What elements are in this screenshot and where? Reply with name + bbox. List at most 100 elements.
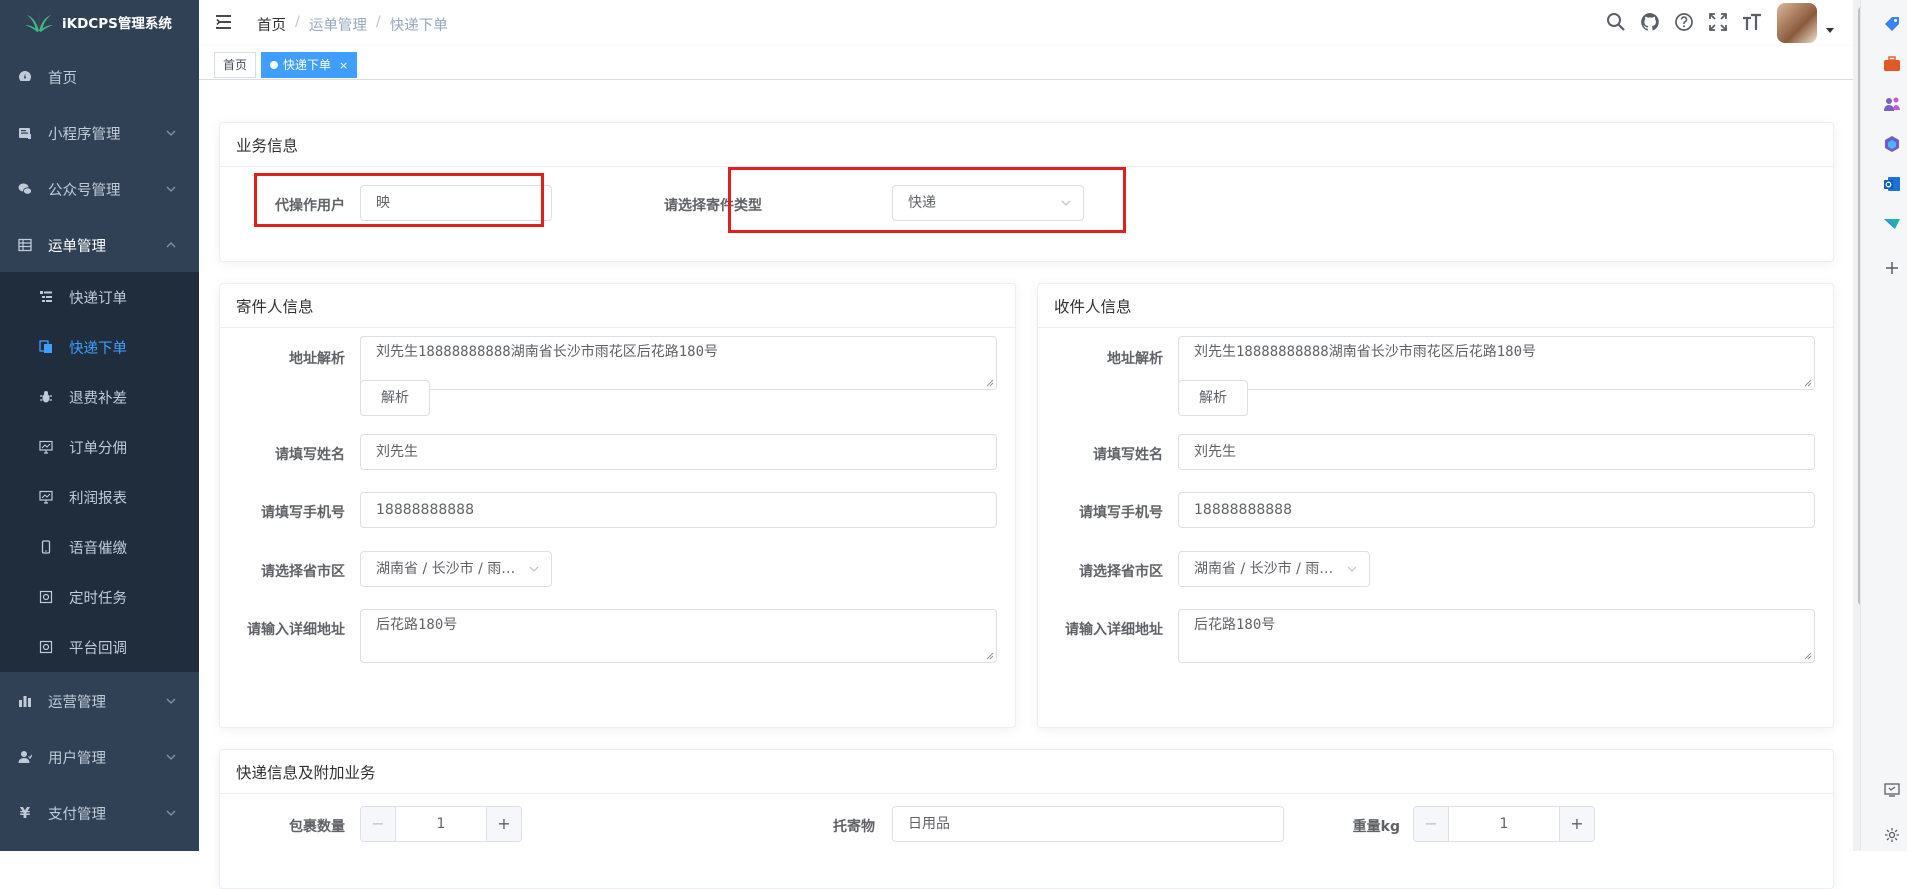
region-label: 请选择省市区: [261, 564, 345, 580]
sidebar-item-label: 运营管理: [48, 694, 106, 711]
add-icon[interactable]: [1882, 258, 1902, 278]
sidebar-item-wechat[interactable]: 公众号管理: [0, 161, 199, 217]
chevron-up-icon: [166, 242, 176, 248]
job-icon: [39, 640, 53, 654]
copilot-icon[interactable]: [1882, 134, 1902, 154]
goods-label: 托寄物: [833, 819, 875, 835]
resize-grip-icon[interactable]: [1804, 379, 1812, 387]
app-title: iKDCPS管理系统: [62, 16, 172, 32]
breadcrumb-home[interactable]: 首页: [257, 14, 286, 35]
detail-address-textarea[interactable]: 后花路180号: [360, 609, 997, 663]
submenu-waybill: 快递订单 快递下单 退费补差 订单分佣 利润报表 语音催缴 定时任务 平台回调: [0, 272, 199, 672]
package-count-stepper[interactable]: − 1 +: [360, 806, 522, 842]
decrement-button[interactable]: −: [1414, 807, 1449, 841]
sidebar-subitem-label: 语音催缴: [69, 540, 127, 557]
tag-home[interactable]: 首页: [214, 52, 257, 78]
screen-capture-icon[interactable]: [1882, 780, 1902, 800]
help-icon[interactable]: [1674, 12, 1694, 32]
detail-address-textarea[interactable]: 后花路180号: [1178, 609, 1815, 663]
resize-grip-icon[interactable]: [986, 379, 994, 387]
detail-address-label: 请输入详细地址: [1065, 622, 1163, 638]
tag-extension-icon[interactable]: [1882, 14, 1902, 34]
goods-input[interactable]: 日用品: [892, 806, 1284, 842]
sidebar-item-home[interactable]: 首页: [0, 49, 199, 105]
sidebar-subitem-label: 利润报表: [69, 490, 127, 507]
name-input[interactable]: 刘先生: [1178, 434, 1815, 470]
region-cascader[interactable]: 湖南省 / 长沙市 / 雨…: [360, 551, 552, 587]
main-content: 业务信息 代操作用户 映 请选择寄件类型 快递 寄件人信息 地址解析 刘先生18…: [199, 80, 1853, 889]
decrement-button[interactable]: −: [361, 807, 396, 841]
logo-icon: [25, 12, 53, 32]
avatar[interactable]: [1777, 3, 1817, 43]
table-icon: [18, 238, 32, 252]
region-cascader[interactable]: 湖南省 / 长沙市 / 雨…: [1178, 551, 1370, 587]
name-input[interactable]: 刘先生: [360, 434, 997, 470]
sidebar-subitem-refund[interactable]: 退费补差: [0, 372, 199, 422]
dashboard-icon: [18, 70, 32, 84]
weight-stepper[interactable]: − 1 +: [1413, 806, 1595, 842]
resize-grip-icon[interactable]: [986, 652, 994, 660]
address-parse-textarea[interactable]: 刘先生18888888888湖南省长沙市雨花区后花路180号: [1178, 336, 1815, 390]
tag-express-place-order[interactable]: 快递下单 ×: [261, 52, 358, 78]
sidebar-subitem-express-place-order[interactable]: 快递下单: [0, 322, 199, 372]
package-count-value[interactable]: 1: [396, 807, 486, 841]
phone-input[interactable]: 18888888888: [1178, 492, 1815, 528]
hamburger-menu-icon[interactable]: [216, 15, 234, 29]
region-label: 请选择省市区: [1079, 564, 1163, 580]
sidebar-subitem-platform-callback[interactable]: 平台回调: [0, 622, 199, 672]
sidebar-subitem-scheduled-tasks[interactable]: 定时任务: [0, 572, 199, 622]
sidebar-subitem-label: 快递下单: [69, 340, 127, 357]
wechat-icon: [18, 182, 32, 196]
parse-button[interactable]: 解析: [1178, 380, 1248, 416]
send-icon[interactable]: [1882, 214, 1902, 234]
address-parse-label: 地址解析: [1107, 351, 1163, 367]
people-icon[interactable]: [1882, 94, 1902, 114]
chevron-down-icon: [166, 186, 176, 192]
address-parse-textarea[interactable]: 刘先生18888888888湖南省长沙市雨花区后花路180号: [360, 336, 997, 390]
fullscreen-icon[interactable]: [1708, 12, 1728, 32]
increment-button[interactable]: +: [486, 807, 521, 841]
receiver-info-card: 收件人信息 地址解析 刘先生18888888888湖南省长沙市雨花区后花路180…: [1037, 283, 1834, 728]
settings-gear-icon[interactable]: [1882, 825, 1902, 845]
sidebar-item-label: 运单管理: [48, 238, 106, 255]
weight-value[interactable]: 1: [1449, 807, 1559, 841]
navbar: 首页 / 运单管理 / 快递下单: [199, 0, 1853, 46]
sidebar-subitem-express-orders[interactable]: 快递订单: [0, 272, 199, 322]
chevron-down-icon: [529, 566, 539, 572]
sidebar-subitem-label: 定时任务: [69, 590, 127, 607]
chevron-down-icon: [166, 754, 176, 760]
region-value: 湖南省 / 长沙市 / 雨…: [1194, 561, 1334, 577]
region-value: 湖南省 / 长沙市 / 雨…: [376, 561, 516, 577]
phone-input[interactable]: 18888888888: [360, 492, 997, 528]
font-size-icon[interactable]: [1742, 12, 1762, 32]
sidebar-item-payments[interactable]: ¥ 支付管理: [0, 785, 199, 841]
close-icon[interactable]: ×: [339, 59, 348, 72]
phone-icon: [39, 540, 53, 554]
sidebar-subitem-profit-report[interactable]: 利润报表: [0, 472, 199, 522]
phone-label: 请填写手机号: [261, 505, 345, 521]
github-icon[interactable]: [1640, 12, 1660, 32]
sidebar-subitem-label: 平台回调: [69, 640, 127, 657]
parse-button[interactable]: 解析: [360, 380, 430, 416]
sidebar-item-waybill[interactable]: 运单管理: [0, 217, 199, 273]
sidebar-subitem-label: 快递订单: [69, 290, 127, 307]
sidebar-item-operations[interactable]: 运营管理: [0, 673, 199, 729]
sidebar-subitem-voice-reminder[interactable]: 语音催缴: [0, 522, 199, 572]
tag-label: 首页: [223, 58, 248, 72]
briefcase-icon[interactable]: [1882, 54, 1902, 74]
sidebar: iKDCPS管理系统 首页 小程序管理 公众号管理 运单管理 快递订单 快递下单…: [0, 0, 199, 851]
monitor-icon: [39, 490, 53, 504]
app-brand[interactable]: iKDCPS管理系统: [0, 0, 199, 44]
card-title: 快递信息及附加业务: [220, 750, 1833, 794]
documents-icon: [39, 340, 53, 354]
caret-down-icon[interactable]: [1826, 28, 1834, 33]
sidebar-item-miniprogram[interactable]: 小程序管理: [0, 105, 199, 161]
chevron-down-icon: [166, 130, 176, 136]
sidebar-item-users[interactable]: 用户管理: [0, 729, 199, 785]
sidebar-subitem-commission[interactable]: 订单分佣: [0, 422, 199, 472]
outlook-icon[interactable]: [1882, 174, 1902, 194]
address-parse-label: 地址解析: [289, 351, 345, 367]
increment-button[interactable]: +: [1559, 807, 1594, 841]
resize-grip-icon[interactable]: [1804, 652, 1812, 660]
search-icon[interactable]: [1606, 12, 1626, 32]
